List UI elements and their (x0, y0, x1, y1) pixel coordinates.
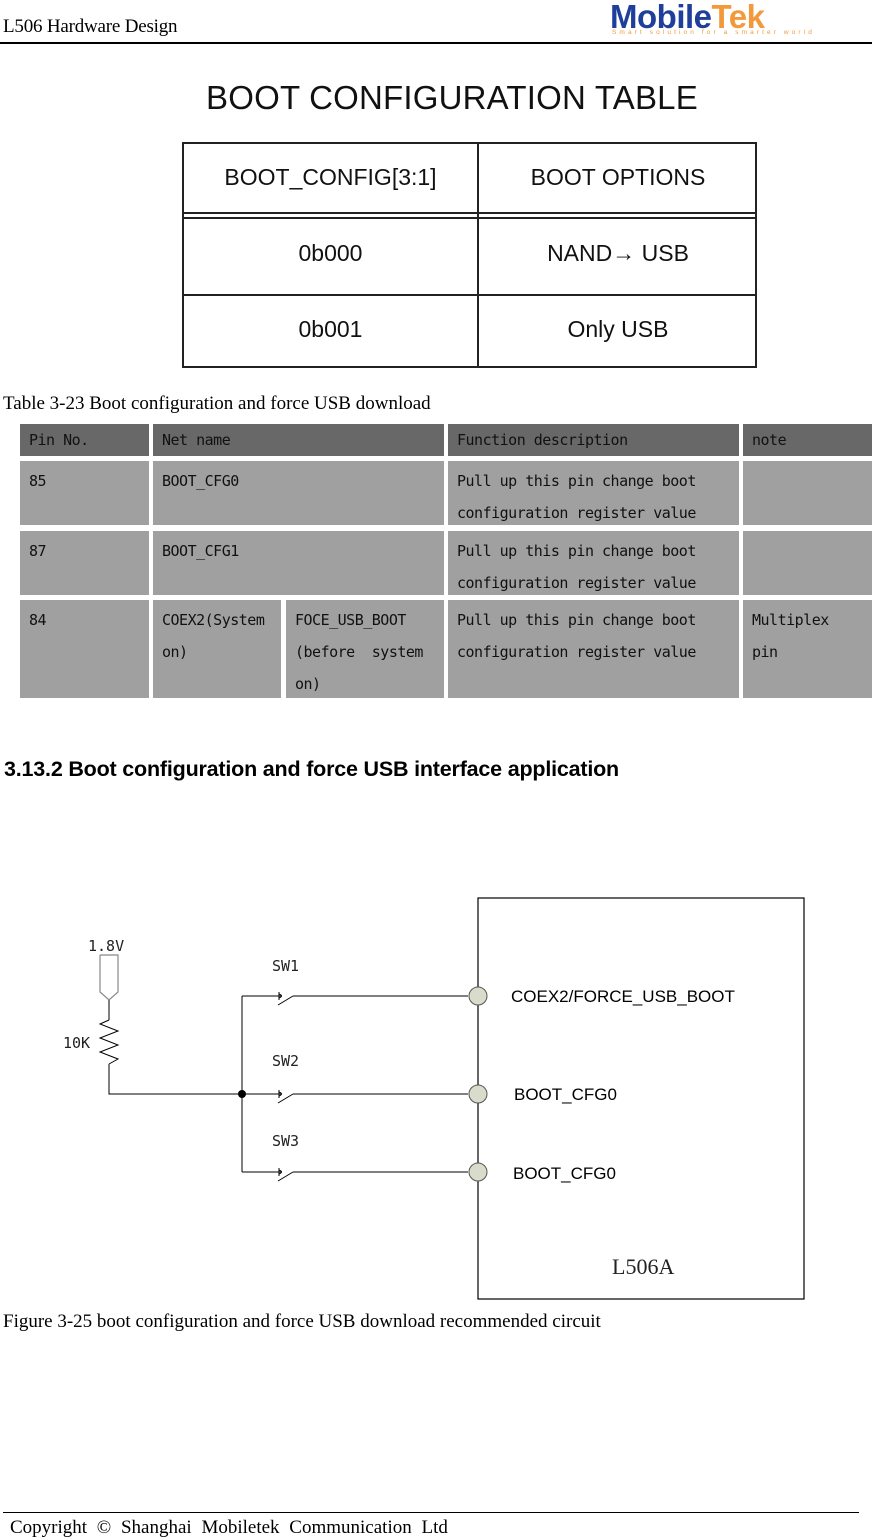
table-header-function: Function description (448, 424, 739, 456)
switch-label: SW2 (272, 1052, 299, 1070)
pin-label-coex2-force-usb-boot: COEX2/FORCE_USB_BOOT (511, 987, 735, 1006)
boot-config-header-cell: BOOT_CONFIG[3:1] (224, 164, 437, 190)
chip-label: L506A (612, 1254, 674, 1279)
table-cell-note (743, 531, 872, 595)
table-caption: Table 3-23 Boot configuration and force … (3, 393, 431, 414)
boot-config-value-cell: 0b001 (298, 316, 363, 342)
table-header-pin-no: Pin No. (20, 424, 149, 456)
mobiletek-logo: MobileTek Smart solution for a smarter w… (610, 0, 820, 40)
recommended-circuit-schematic: L506A 1.8V 10K SW1 SW2 SW3 COEX2/FORCE_U… (63, 897, 805, 1300)
footer-copyright: Copyright © Shanghai Mobiletek Communica… (10, 1517, 448, 1538)
boot-option-cell: NAND→ USB (547, 240, 689, 266)
pin-connector (468, 1162, 488, 1182)
table-cell-pin: 85 (20, 461, 149, 525)
table-cell-net-alt: FOCE_USB_BOOT (before system on) (286, 600, 444, 698)
figure-caption: Figure 3-25 boot configuration and force… (3, 1311, 601, 1332)
power-supply-symbol (99, 954, 119, 1001)
table-row-divider (184, 217, 755, 219)
table-row-divider (184, 294, 755, 296)
boot-options-header-cell: BOOT OPTIONS (530, 164, 706, 190)
table-cell-function: Pull up this pin change boot configurati… (448, 461, 739, 525)
table-cell-net: BOOT_CFG1 (153, 531, 444, 595)
document-title: L506 Hardware Design (3, 16, 178, 37)
boot-config-figure-table: BOOT_CONFIG[3:1] BOOT OPTIONS 0b000 NAND… (182, 142, 757, 368)
section-heading: 3.13.2 Boot configuration and force USB … (4, 757, 619, 781)
pin-label-boot-cfg0: BOOT_CFG0 (514, 1085, 617, 1104)
logo-tagline: Smart solution for a smarter world (612, 29, 815, 36)
table-cell-net: COEX2(System on) (153, 600, 281, 698)
table-header-net-name: Net name (153, 424, 444, 456)
boot-config-value-cell: 0b000 (298, 240, 363, 266)
table-cell-note: Multiplex pin (743, 600, 872, 698)
table-row-divider (184, 212, 755, 214)
header-divider (0, 42, 872, 44)
pin-connector (468, 986, 488, 1006)
resistor-symbol (98, 1019, 120, 1065)
switch-label: SW3 (272, 1132, 299, 1150)
resistor-value-label: 10K (63, 1034, 90, 1052)
table-cell-pin: 87 (20, 531, 149, 595)
switch-label: SW1 (272, 957, 299, 975)
table-cell-pin: 84 (20, 600, 149, 698)
pin-connector (468, 1084, 488, 1104)
table-header-note: note (743, 424, 872, 456)
footer-divider (3, 1512, 859, 1513)
boot-config-figure-title: BOOT CONFIGURATION TABLE (206, 79, 698, 116)
table-cell-function: Pull up this pin change boot configurati… (448, 600, 739, 698)
wire (108, 1064, 242, 1095)
boot-option-cell: Only USB (567, 316, 669, 342)
table-cell-note (743, 461, 872, 525)
supply-voltage-label: 1.8V (88, 937, 124, 955)
table-cell-net: BOOT_CFG0 (153, 461, 444, 525)
table-cell-function: Pull up this pin change boot configurati… (448, 531, 739, 595)
pin-label-boot-cfg0: BOOT_CFG0 (513, 1164, 616, 1183)
